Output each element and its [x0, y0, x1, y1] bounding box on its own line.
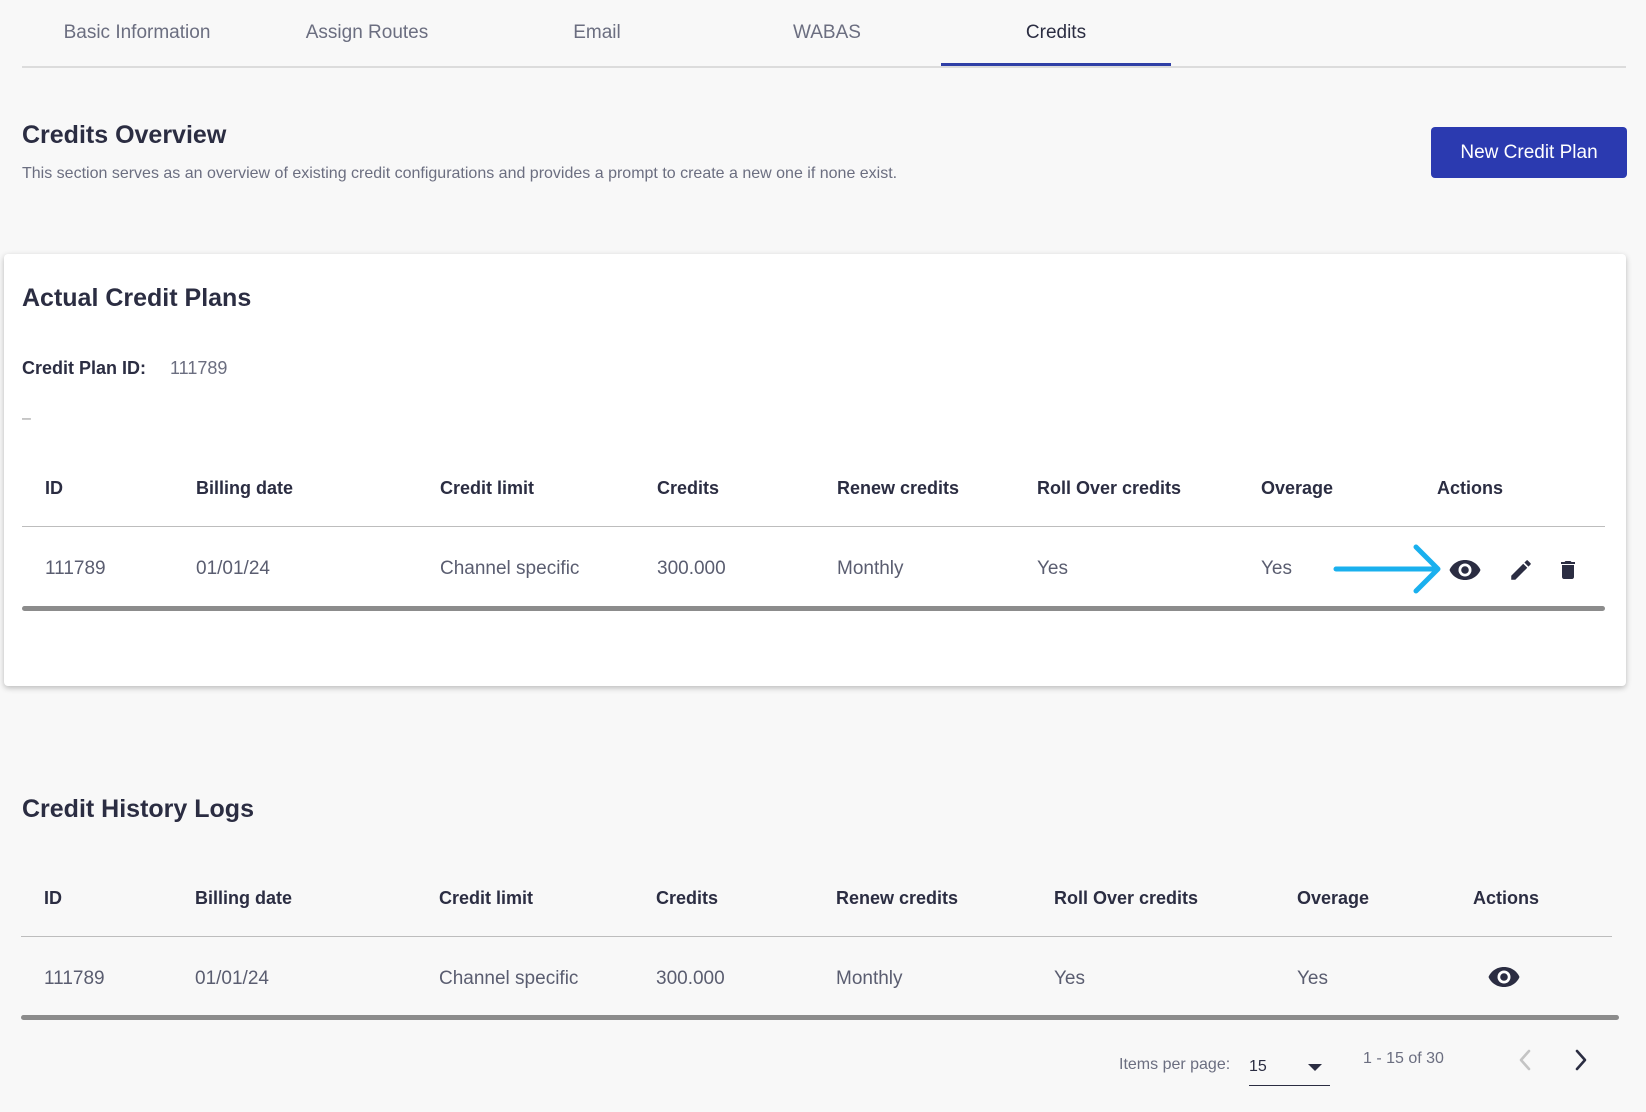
next-page-button[interactable]: [1564, 1043, 1598, 1077]
new-credit-plan-button[interactable]: New Credit Plan: [1431, 127, 1627, 178]
previous-page-button[interactable]: [1508, 1043, 1542, 1077]
actual-credit-plans-card: Actual Credit Plans Credit Plan ID: 1117…: [4, 254, 1626, 686]
history-cell-credit-limit: Channel specific: [439, 968, 579, 989]
tab-basic-information[interactable]: Basic Information: [22, 0, 252, 66]
history-cell-credits: 300.000: [656, 968, 725, 989]
items-per-page-select[interactable]: 15: [1249, 1046, 1330, 1086]
history-column-header-actions: Actions: [1473, 888, 1540, 908]
credit-plan-id-value: 111789: [170, 358, 228, 378]
annotation-arrow-icon: [1333, 544, 1441, 594]
chevron-down-icon: [1308, 1064, 1322, 1071]
history-column-header-roll-over-credits: Roll Over credits: [1054, 888, 1199, 908]
credit-history-title: Credit History Logs: [22, 795, 254, 823]
edit-icon[interactable]: [1504, 553, 1538, 587]
cell-roll-over-credits: Yes: [1037, 558, 1068, 579]
column-header-billing-date: Billing date: [196, 478, 294, 498]
tab-email[interactable]: Email: [482, 0, 712, 66]
chevron-right-icon: [1575, 1049, 1587, 1071]
history-cell-billing-date: 01/01/24: [195, 968, 269, 989]
tab-wabas[interactable]: WABAS: [712, 0, 942, 66]
cell-billing-date: 01/01/24: [196, 558, 270, 579]
history-column-header-overage: Overage: [1297, 888, 1370, 908]
pencil-icon: [1511, 560, 1531, 580]
cell-credits: 300.000: [657, 558, 726, 579]
eye-icon: [1488, 967, 1520, 987]
history-column-header-id: ID: [44, 888, 62, 908]
column-header-credit-limit: Credit limit: [440, 478, 535, 498]
column-header-id: ID: [45, 478, 63, 498]
page-range-label: 1 - 15 of 30: [1363, 1050, 1444, 1067]
history-cell-id: 111789: [44, 968, 105, 989]
history-view-icon[interactable]: [1487, 960, 1521, 994]
credit-plan-id-label: Credit Plan ID:: [22, 358, 147, 378]
trash-icon: [1561, 561, 1575, 579]
eye-icon: [1449, 560, 1481, 580]
history-cell-overage: Yes: [1297, 968, 1328, 989]
card-title: Actual Credit Plans: [22, 284, 252, 312]
view-icon[interactable]: [1448, 553, 1482, 587]
page-description: This section serves as an overview of ex…: [22, 165, 898, 182]
separator-text: –: [22, 410, 31, 427]
history-column-header-credit-limit: Credit limit: [439, 888, 534, 908]
history-cell-renew-credits: Monthly: [836, 968, 903, 989]
column-header-credits: Credits: [657, 478, 720, 498]
cell-id: 111789: [45, 558, 106, 579]
history-horizontal-scrollbar[interactable]: [21, 1015, 1619, 1020]
active-tab-indicator: [941, 63, 1171, 66]
cell-overage: Yes: [1261, 558, 1292, 579]
history-column-header-billing-date: Billing date: [195, 888, 293, 908]
items-per-page-label: Items per page:: [1119, 1056, 1231, 1073]
header-divider: [22, 526, 1605, 527]
horizontal-scrollbar[interactable]: [22, 606, 1605, 611]
column-header-roll-over-credits: Roll Over credits: [1037, 478, 1182, 498]
tab-credits[interactable]: Credits: [941, 0, 1171, 66]
column-header-actions: Actions: [1437, 478, 1504, 498]
cell-credit-limit: Channel specific: [440, 558, 580, 579]
column-header-renew-credits: Renew credits: [837, 478, 960, 498]
items-per-page-value: 15: [1249, 1058, 1267, 1075]
history-cell-roll-over-credits: Yes: [1054, 968, 1085, 989]
page-title: Credits Overview: [22, 121, 227, 149]
history-column-header-credits: Credits: [656, 888, 719, 908]
cell-renew-credits: Monthly: [837, 558, 904, 579]
delete-icon[interactable]: [1551, 553, 1585, 587]
tab-bar: Basic Information Assign Routes Email WA…: [22, 0, 1626, 68]
column-header-overage: Overage: [1261, 478, 1334, 498]
chevron-left-icon: [1519, 1049, 1531, 1071]
history-column-header-renew-credits: Renew credits: [836, 888, 959, 908]
history-header-divider: [21, 936, 1612, 937]
tab-assign-routes[interactable]: Assign Routes: [252, 0, 482, 66]
